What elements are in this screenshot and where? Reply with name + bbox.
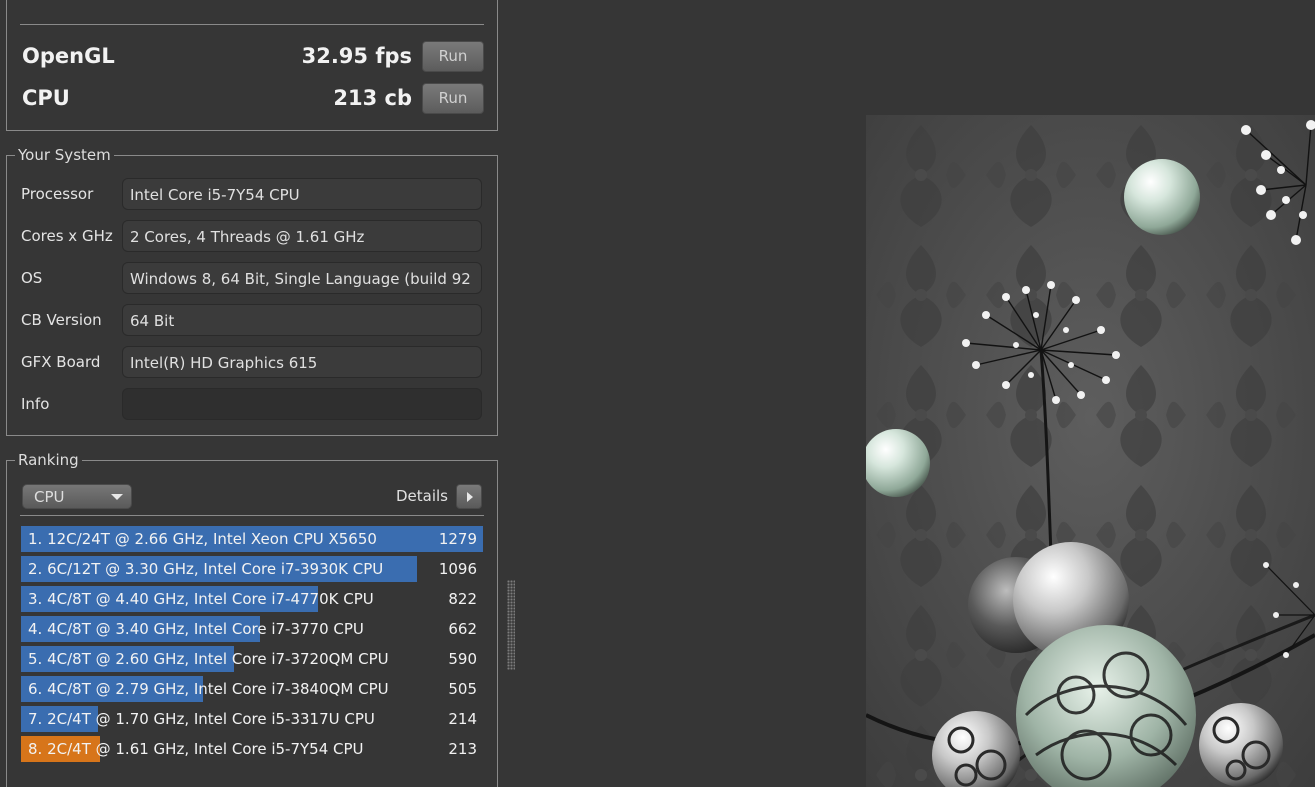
system-row-info: Info bbox=[21, 388, 483, 420]
opengl-score-row: OpenGL 32.95 fps Run bbox=[22, 41, 484, 73]
gfx-board-label: GFX Board bbox=[21, 353, 101, 371]
cpu-run-button[interactable]: Run bbox=[422, 83, 484, 114]
ranking-score: 1279 bbox=[438, 530, 477, 548]
ranking-row[interactable]: 1. 12C/24T @ 2.66 GHz, Intel Xeon CPU X5… bbox=[21, 525, 483, 555]
ranking-score: 1096 bbox=[438, 560, 477, 578]
ranking-label: 7. 2C/4T @ 1.70 GHz, Intel Core i5-3317U… bbox=[28, 710, 375, 728]
os-field[interactable]: Windows 8, 64 Bit, Single Language (buil… bbox=[122, 262, 482, 294]
ranking-label: 2. 6C/12T @ 3.30 GHz, Intel Core i7-3930… bbox=[28, 560, 384, 578]
ranking-row[interactable]: 7. 2C/4T @ 1.70 GHz, Intel Core i5-3317U… bbox=[21, 705, 483, 735]
ranking-score: 214 bbox=[448, 710, 477, 728]
ranking-score: 822 bbox=[448, 590, 477, 608]
cpu-score-row: CPU 213 cb Run bbox=[22, 83, 484, 115]
cpu-label: CPU bbox=[22, 86, 70, 110]
scores-box: OpenGL 32.95 fps Run CPU 213 cb Run bbox=[6, 0, 498, 131]
opengl-run-button[interactable]: Run bbox=[422, 41, 484, 72]
info-field[interactable] bbox=[122, 388, 482, 420]
ranking-row[interactable]: 2. 6C/12T @ 3.30 GHz, Intel Core i7-3930… bbox=[21, 555, 483, 585]
divider bbox=[20, 515, 484, 516]
opengl-score: 32.95 fps bbox=[301, 44, 412, 68]
ranking-row[interactable]: 4. 4C/8T @ 3.40 GHz, Intel Core i7-3770 … bbox=[21, 615, 483, 645]
your-system-box: Your System Processor Intel Core i5-7Y54… bbox=[6, 146, 498, 436]
left-panel: OpenGL 32.95 fps Run CPU 213 cb Run Your… bbox=[0, 0, 505, 787]
ranking-label: 6. 4C/8T @ 2.79 GHz, Intel Core i7-3840Q… bbox=[28, 680, 389, 698]
system-row-os: OS Windows 8, 64 Bit, Single Language (b… bbox=[21, 262, 483, 294]
ranking-label: 1. 12C/24T @ 2.66 GHz, Intel Xeon CPU X5… bbox=[28, 530, 377, 548]
ranking-row[interactable]: 3. 4C/8T @ 4.40 GHz, Intel Core i7-4770K… bbox=[21, 585, 483, 615]
divider bbox=[20, 24, 484, 25]
ranking-score: 213 bbox=[448, 740, 477, 758]
your-system-title: Your System bbox=[15, 146, 114, 164]
render-preview bbox=[866, 115, 1315, 787]
splitter-grip[interactable] bbox=[507, 580, 515, 670]
ranking-label: 4. 4C/8T @ 3.40 GHz, Intel Core i7-3770 … bbox=[28, 620, 364, 638]
opengl-label: OpenGL bbox=[22, 44, 115, 68]
cinebench-window: OpenGL 32.95 fps Run CPU 213 cb Run Your… bbox=[0, 0, 1315, 787]
ranking-score: 662 bbox=[448, 620, 477, 638]
processor-field[interactable]: Intel Core i5-7Y54 CPU bbox=[122, 178, 482, 210]
system-row-gfx: GFX Board Intel(R) HD Graphics 615 bbox=[21, 346, 483, 378]
system-row-cb-version: CB Version 64 Bit bbox=[21, 304, 483, 336]
cpu-score: 213 cb bbox=[333, 86, 412, 110]
details-arrow-button[interactable] bbox=[456, 484, 482, 509]
chevron-down-icon bbox=[111, 494, 123, 500]
details-label: Details bbox=[395, 487, 448, 505]
ranking-row[interactable]: 8. 2C/4T @ 1.61 GHz, Intel Core i5-7Y54 … bbox=[21, 735, 483, 765]
ranking-type-dropdown[interactable]: CPU bbox=[22, 484, 132, 509]
ranking-type-value: CPU bbox=[34, 488, 65, 506]
ranking-list: 1. 12C/24T @ 2.66 GHz, Intel Xeon CPU X5… bbox=[21, 525, 483, 765]
ranking-label: 3. 4C/8T @ 4.40 GHz, Intel Core i7-4770K… bbox=[28, 590, 374, 608]
os-label: OS bbox=[21, 269, 43, 287]
system-row-cores: Cores x GHz 2 Cores, 4 Threads @ 1.61 GH… bbox=[21, 220, 483, 252]
ranking-row[interactable]: 5. 4C/8T @ 2.60 GHz, Intel Core i7-3720Q… bbox=[21, 645, 483, 675]
ranking-box: Ranking CPU Details 1. 12C/24T @ 2.66 GH… bbox=[6, 451, 498, 787]
ranking-score: 505 bbox=[448, 680, 477, 698]
ranking-label: 8. 2C/4T @ 1.61 GHz, Intel Core i5-7Y54 … bbox=[28, 740, 364, 758]
ranking-row[interactable]: 6. 4C/8T @ 2.79 GHz, Intel Core i7-3840Q… bbox=[21, 675, 483, 705]
system-row-processor: Processor Intel Core i5-7Y54 CPU bbox=[21, 178, 483, 210]
cores-field[interactable]: 2 Cores, 4 Threads @ 1.61 GHz bbox=[122, 220, 482, 252]
processor-label: Processor bbox=[21, 185, 94, 203]
cb-version-field[interactable]: 64 Bit bbox=[122, 304, 482, 336]
gfx-board-field[interactable]: Intel(R) HD Graphics 615 bbox=[122, 346, 482, 378]
info-label: Info bbox=[21, 395, 50, 413]
ranking-score: 590 bbox=[448, 650, 477, 668]
rendered-scene-image bbox=[866, 115, 1315, 787]
cores-label: Cores x GHz bbox=[21, 227, 113, 245]
ranking-title: Ranking bbox=[15, 451, 82, 469]
cb-version-label: CB Version bbox=[21, 311, 102, 329]
ranking-label: 5. 4C/8T @ 2.60 GHz, Intel Core i7-3720Q… bbox=[28, 650, 389, 668]
